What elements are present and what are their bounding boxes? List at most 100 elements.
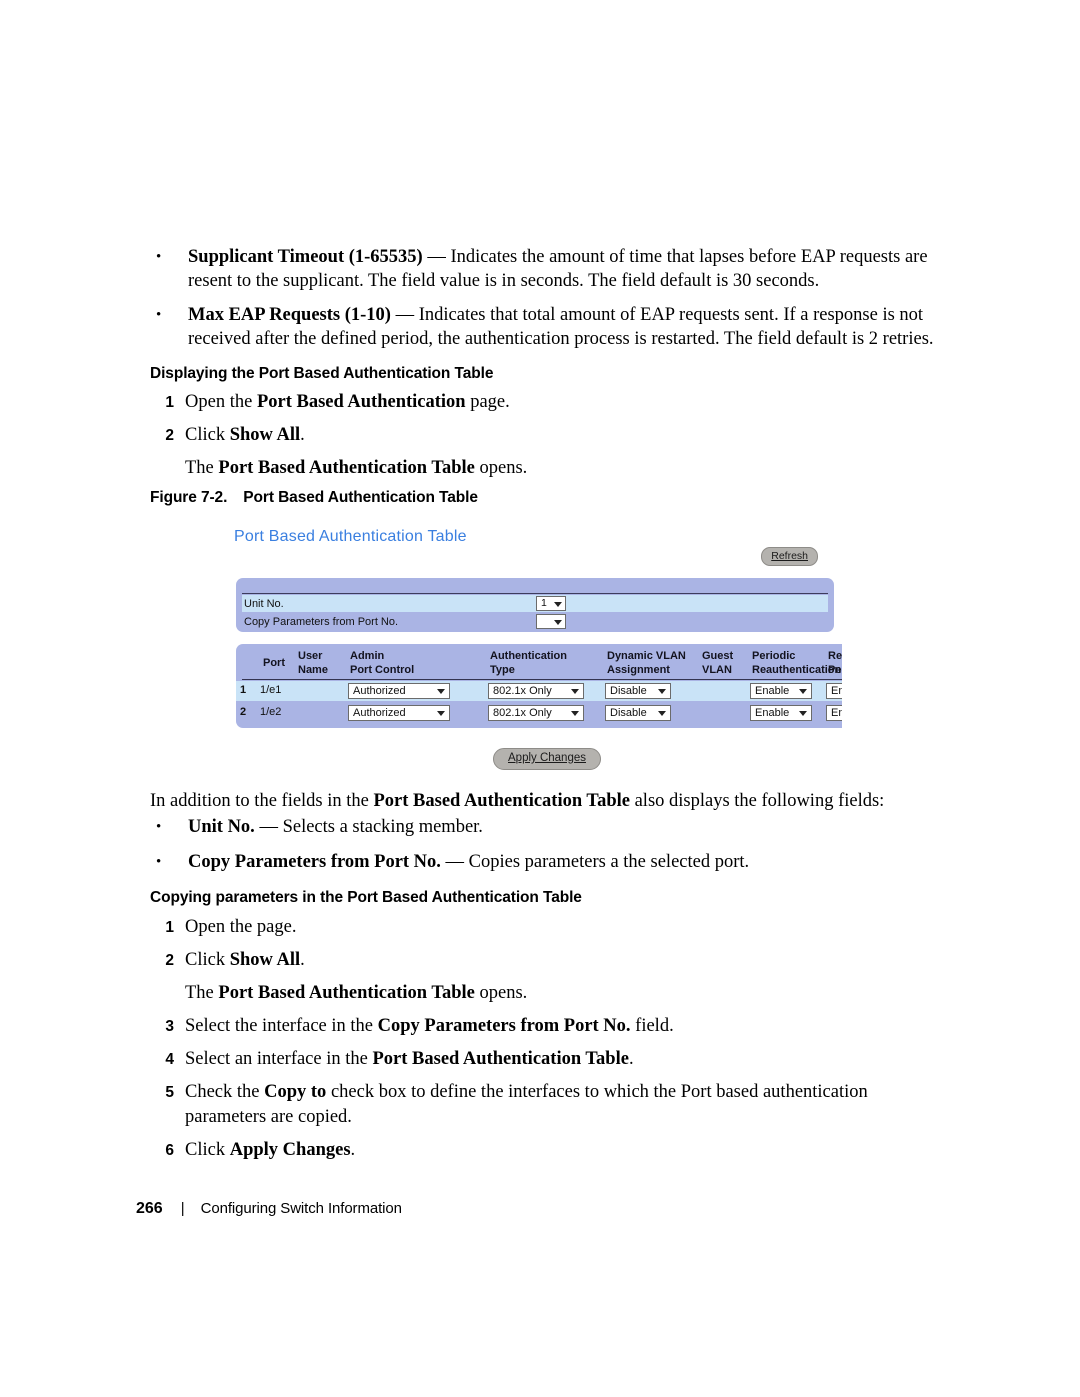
table-header-row: Port User Name Admin Port Control Authen… xyxy=(236,648,842,680)
row-index: 2 xyxy=(240,706,247,718)
bullet-text: Supplicant Timeout (1-65535) — Indicates… xyxy=(188,246,940,293)
step-bold: Apply Changes xyxy=(229,1140,351,1160)
admin-port-control-value: Authorized xyxy=(353,707,406,719)
cell-port: 1/e2 xyxy=(260,706,282,718)
step-bold: Port Based Authentication Table xyxy=(372,1049,629,1069)
step-post: field. xyxy=(630,1016,674,1036)
step-note: The Port Based Authentication Table open… xyxy=(185,981,940,1006)
cell-dynamic-vlan-select[interactable]: Disable xyxy=(605,705,671,721)
step-number: 1 xyxy=(165,394,174,411)
chevron-down-icon xyxy=(799,711,807,716)
cell-periodic-reauthentication-select[interactable]: Enable xyxy=(750,705,812,721)
step-text: Select the interface in the Copy Paramet… xyxy=(185,1014,940,1039)
section-heading-displaying: Displaying the Port Based Authentication… xyxy=(150,365,494,382)
table-row[interactable]: 2 1/e2 Authorized 802.1x Only Disable En… xyxy=(236,703,842,723)
cell-periodic-reauthentication-select[interactable]: Enable xyxy=(750,683,812,699)
step-text: Click Show All. xyxy=(185,423,940,448)
bullet-marker: • xyxy=(156,819,162,835)
column-header-reauth-period-line2: Per xyxy=(828,664,842,676)
step-bold: Copy to xyxy=(264,1082,327,1102)
list-item: 3 Select the interface in the Copy Param… xyxy=(150,1014,940,1039)
list-item: 1 Open the Port Based Authentication pag… xyxy=(150,390,940,415)
step-text: Check the Copy to check box to define th… xyxy=(185,1080,940,1130)
column-header-authentication-type-line2: Type xyxy=(490,664,515,676)
cell-admin-port-control-select[interactable]: Authorized xyxy=(348,705,450,721)
bullet-term: Copy Parameters from Port No. xyxy=(188,851,441,872)
figure-caption: Figure 7-2. Port Based Authentication Tab… xyxy=(150,489,940,507)
list-item: 5 Check the Copy to check box to define … xyxy=(150,1080,940,1130)
step-pre: Click xyxy=(185,950,230,970)
column-header-reauth-period-line1: Rea xyxy=(828,650,842,662)
list-item: 2 Click Show All. xyxy=(150,948,940,973)
chevron-down-icon xyxy=(571,689,579,694)
step-bold: Show All xyxy=(229,950,301,970)
note-bold: Port Based Authentication Table xyxy=(218,983,475,1003)
note-pre: The xyxy=(185,458,219,478)
list-item: • Unit No. — Selects a stacking member. xyxy=(150,816,940,840)
footer-chapter-title: Configuring Switch Information xyxy=(200,1200,402,1217)
footer-separator: | xyxy=(180,1200,185,1217)
list-item: 6 Click Apply Changes. xyxy=(150,1138,940,1163)
column-header-dynamic-vlan-line1: Dynamic VLAN xyxy=(607,650,686,662)
refresh-button[interactable]: Refresh xyxy=(761,547,818,566)
reauthentication-period-value: En xyxy=(831,707,842,719)
cell-admin-port-control-select[interactable]: Authorized xyxy=(348,683,450,699)
column-header-dynamic-vlan-line2: Assignment xyxy=(607,664,670,676)
periodic-reauthentication-value: Enable xyxy=(755,685,790,697)
bullet-text: Copy Parameters from Port No. — Copies p… xyxy=(188,851,940,875)
page-footer: 266 | Configuring Switch Information xyxy=(136,1200,402,1218)
step-pre: Click xyxy=(185,425,230,445)
port-authentication-table: Port User Name Admin Port Control Authen… xyxy=(236,644,842,728)
step-pre: Select an interface in the xyxy=(185,1049,373,1069)
cell-reauthentication-period-select[interactable]: En xyxy=(826,683,842,699)
column-header-guest-vlan-line1: Guest xyxy=(702,650,734,662)
dynamic-vlan-value: Disable xyxy=(610,685,647,697)
step-bold: Port Based Authentication xyxy=(256,392,466,412)
figure-caption-title: Port Based Authentication Table xyxy=(243,489,478,506)
paragraph-after-figure: In addition to the fields in the Port Ba… xyxy=(150,789,940,813)
cell-reauthentication-period-select[interactable]: En xyxy=(826,705,842,721)
para-pre: In addition to the fields in the xyxy=(150,791,374,811)
step-text: Open the page. xyxy=(185,915,940,940)
dynamic-vlan-value: Disable xyxy=(610,707,647,719)
step-text: Click Show All. xyxy=(185,948,940,973)
figure-caption-label: Figure 7-2. xyxy=(150,489,228,506)
chevron-down-icon xyxy=(658,711,666,716)
table-header-rule xyxy=(242,679,842,680)
bullet-desc: — Copies parameters a the selected port. xyxy=(440,851,750,872)
manual-page: • Supplicant Timeout (1-65535) — Indicat… xyxy=(0,0,1080,1397)
cell-dynamic-vlan-select[interactable]: Disable xyxy=(605,683,671,699)
admin-port-control-value: Authorized xyxy=(353,685,406,697)
column-header-port: Port xyxy=(263,657,285,669)
bullet-term: Supplicant Timeout (1-65535) xyxy=(188,247,423,267)
bullet-term: Unit No. xyxy=(188,817,255,837)
table-row[interactable]: 1 1/e1 Authorized 802.1x Only Disable En… xyxy=(236,681,842,701)
list-item: • Supplicant Timeout (1-65535) — Indicat… xyxy=(150,246,940,293)
field-row-copy-parameters: Copy Parameters from Port No. xyxy=(242,613,828,630)
apply-changes-button[interactable]: Apply Changes xyxy=(493,748,601,770)
step-note: The Port Based Authentication Table open… xyxy=(185,456,940,481)
step-text: Select an interface in the Port Based Au… xyxy=(185,1047,940,1072)
chevron-down-icon xyxy=(571,711,579,716)
ui-page-title: Port Based Authentication Table xyxy=(234,528,467,545)
unit-no-select[interactable]: 1 xyxy=(536,596,566,611)
step-number: 4 xyxy=(165,1051,174,1068)
authentication-type-value: 802.1x Only xyxy=(493,707,552,719)
cell-authentication-type-select[interactable]: 802.1x Only xyxy=(488,705,584,721)
bullet-desc: — Selects a stacking member. xyxy=(254,817,483,837)
authentication-type-value: 802.1x Only xyxy=(493,685,552,697)
column-header-authentication-type-line1: Authentication xyxy=(490,650,567,662)
bullet-text: Max EAP Requests (1-10) — Indicates that… xyxy=(188,304,940,351)
chevron-down-icon xyxy=(554,620,562,625)
cell-authentication-type-select[interactable]: 802.1x Only xyxy=(488,683,584,699)
section-1-steps: 1 Open the Port Based Authentication pag… xyxy=(150,390,940,489)
unit-parameters-panel: Unit No. 1 Copy Parameters from Port No. xyxy=(236,578,834,632)
list-item: 1 Open the page. xyxy=(150,915,940,940)
note-pre: The xyxy=(185,983,219,1003)
mid-bullet-list: • Unit No. — Selects a stacking member. … xyxy=(150,816,940,885)
copy-parameters-select[interactable] xyxy=(536,614,566,629)
column-header-user-name-line2: Name xyxy=(298,664,328,676)
list-item: 4 Select an interface in the Port Based … xyxy=(150,1047,940,1072)
step-post: . xyxy=(628,1049,634,1069)
list-item: 2 Click Show All. xyxy=(150,423,940,448)
